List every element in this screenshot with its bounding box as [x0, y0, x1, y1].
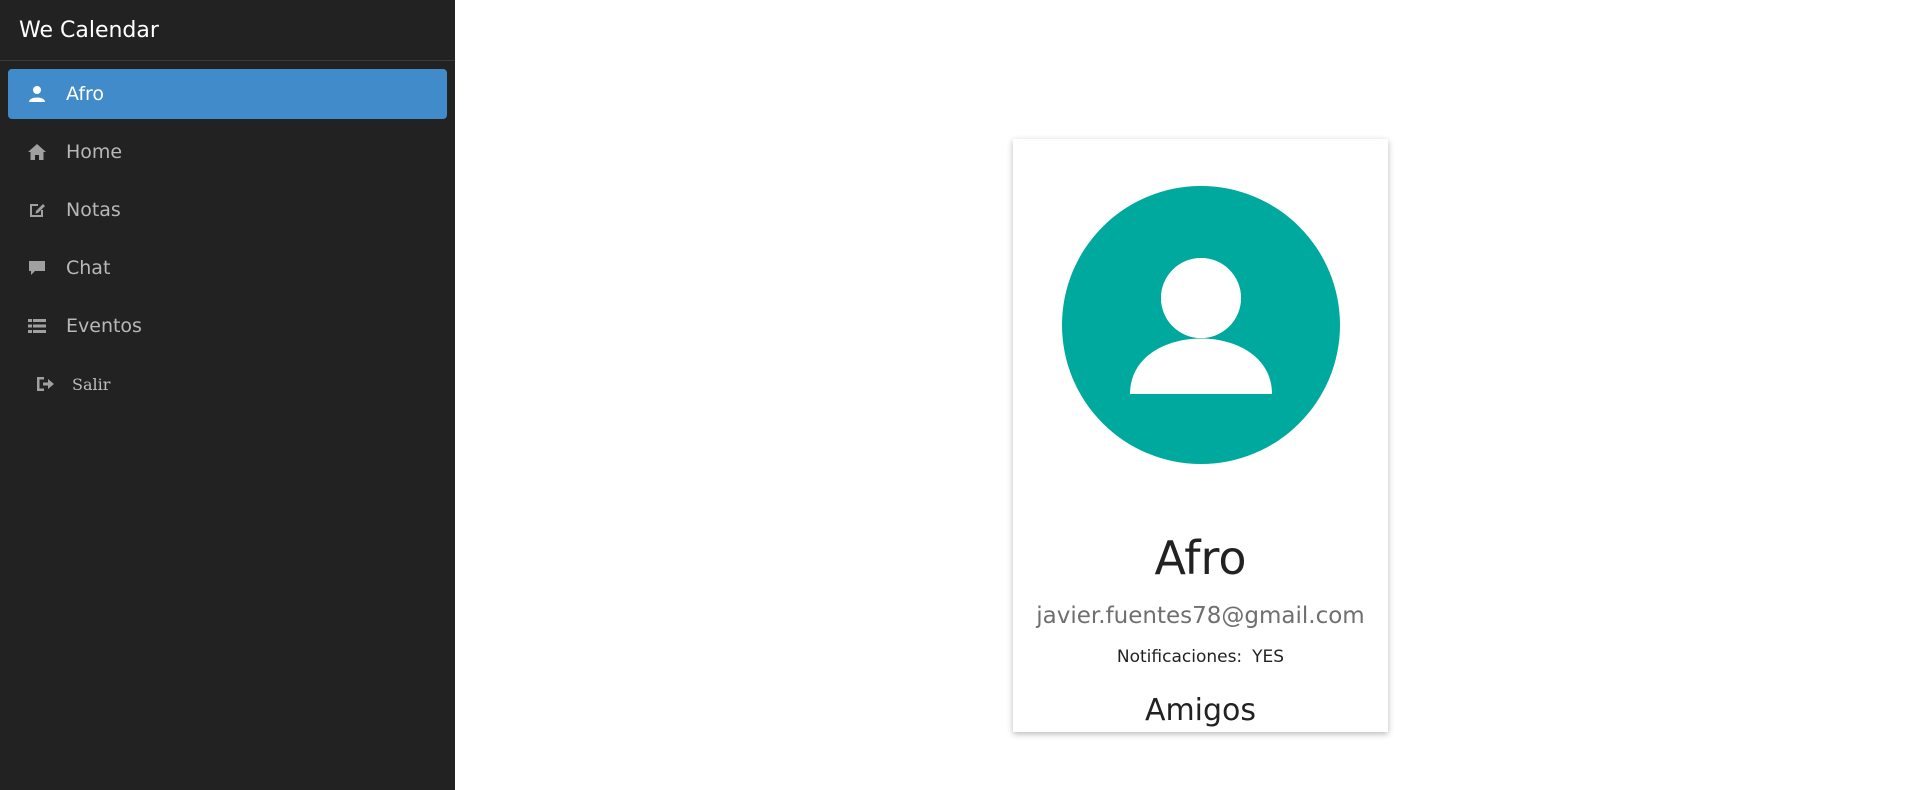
friends-heading: Amigos — [1144, 693, 1257, 728]
notifications-value: YES — [1252, 647, 1285, 667]
sidebar-item-label: Chat — [66, 257, 111, 279]
sidebar-item-label: Eventos — [66, 315, 142, 337]
sidebar: We Calendar Afro Home Notas Chat Eventos… — [0, 0, 455, 790]
user-avatar-icon — [1062, 186, 1340, 464]
edit-icon — [26, 199, 48, 221]
sidebar-item-home[interactable]: Home — [8, 127, 447, 177]
logout-label: Salir — [72, 374, 111, 394]
sidebar-nav: Afro Home Notas Chat Eventos — [0, 61, 455, 351]
user-icon — [26, 83, 48, 105]
notifications-setting: Notificaciones: YES — [1013, 649, 1388, 666]
sidebar-item-chat[interactable]: Chat — [8, 243, 447, 293]
app-title[interactable]: We Calendar — [0, 0, 455, 61]
sign-out-icon — [34, 373, 56, 395]
home-icon — [26, 141, 48, 163]
sidebar-item-label: Home — [66, 141, 123, 163]
list-icon — [26, 315, 48, 337]
sidebar-item-eventos[interactable]: Eventos — [8, 301, 447, 351]
profile-email: javier.fuentes78@gmail.com — [1036, 603, 1365, 629]
sidebar-item-notas[interactable]: Notas — [8, 185, 447, 235]
profile-name: Afro — [1154, 531, 1247, 585]
sidebar-item-profile[interactable]: Afro — [8, 69, 447, 119]
logout-button[interactable]: Salir — [0, 359, 455, 409]
profile-card: Afro javier.fuentes78@gmail.com Notifica… — [1013, 139, 1388, 732]
sidebar-item-label: Notas — [66, 199, 121, 221]
sidebar-item-label: Afro — [66, 83, 105, 105]
comment-icon — [26, 257, 48, 279]
notifications-label: Notificaciones: — [1116, 647, 1243, 667]
